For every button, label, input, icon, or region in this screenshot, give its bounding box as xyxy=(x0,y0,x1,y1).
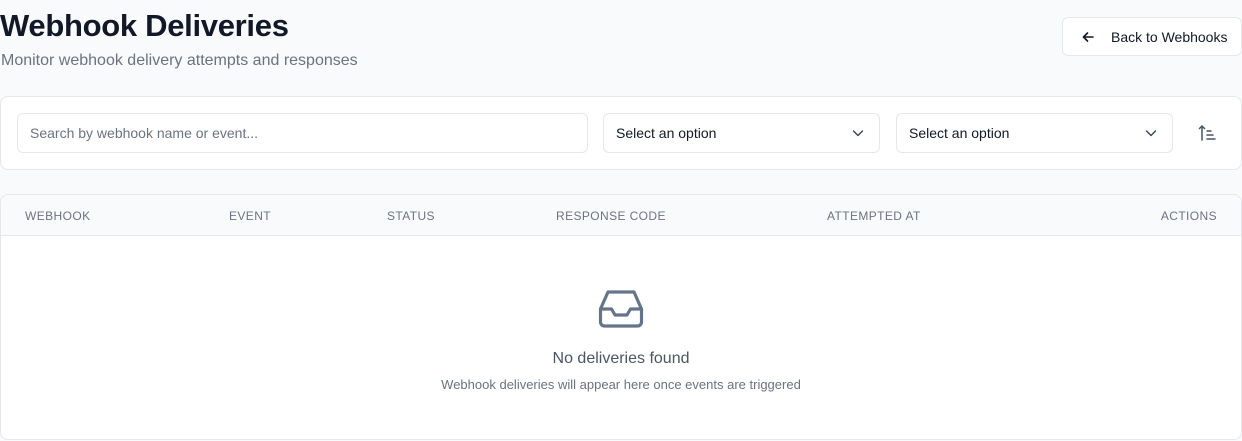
deliveries-table: WEBHOOK EVENT STATUS RESPONSE CODE ATTEM… xyxy=(0,194,1242,440)
column-header-webhook[interactable]: WEBHOOK xyxy=(25,209,90,223)
empty-state: No deliveries found Webhook deliveries w… xyxy=(1,236,1241,439)
filter-bar: Select an option Select an option xyxy=(0,96,1242,170)
page-header: Webhook Deliveries Monitor webhook deliv… xyxy=(0,0,1242,80)
status-select-value: Select an option xyxy=(616,125,717,141)
search-input[interactable] xyxy=(17,113,588,153)
webhook-deliveries-page: Webhook Deliveries Monitor webhook deliv… xyxy=(0,0,1242,441)
chevron-down-icon xyxy=(851,126,865,140)
column-header-attempted-at[interactable]: ATTEMPTED AT xyxy=(827,209,921,223)
arrow-left-icon xyxy=(1081,30,1095,44)
chevron-down-icon xyxy=(1144,126,1158,140)
column-header-response-code[interactable]: RESPONSE CODE xyxy=(556,209,666,223)
sort-ascending-icon xyxy=(1197,123,1217,143)
empty-state-description: Webhook deliveries will appear here once… xyxy=(441,377,801,392)
back-button-label: Back to Webhooks xyxy=(1111,28,1228,45)
status-select[interactable]: Select an option xyxy=(603,113,880,153)
event-select-value: Select an option xyxy=(909,125,1010,141)
column-header-actions: ACTIONS xyxy=(1160,209,1217,223)
inbox-icon xyxy=(598,289,644,329)
event-select[interactable]: Select an option xyxy=(896,113,1173,153)
column-header-status[interactable]: STATUS xyxy=(387,209,435,223)
page-subtitle: Monitor webhook delivery attempts and re… xyxy=(1,52,358,69)
column-header-event[interactable]: EVENT xyxy=(229,209,271,223)
table-header: WEBHOOK EVENT STATUS RESPONSE CODE ATTEM… xyxy=(1,195,1241,236)
empty-state-title: No deliveries found xyxy=(552,350,690,367)
back-to-webhooks-button[interactable]: Back to Webhooks xyxy=(1062,17,1242,56)
sort-button[interactable] xyxy=(1195,121,1219,145)
page-title: Webhook Deliveries xyxy=(0,8,289,43)
